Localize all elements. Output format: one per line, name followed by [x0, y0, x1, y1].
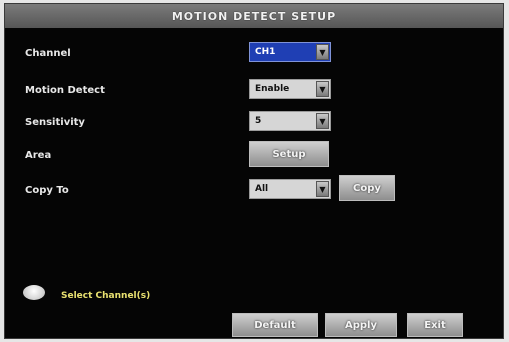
channel-label: Channel [25, 48, 71, 59]
sensitivity-select[interactable]: 5 ▼ [249, 111, 331, 131]
sensitivity-value: 5 [255, 116, 262, 126]
channel-value: CH1 [255, 47, 276, 57]
copy-to-select[interactable]: All ▼ [249, 179, 331, 199]
chevron-down-icon[interactable]: ▼ [316, 113, 329, 129]
motion-detect-value: Enable [255, 84, 290, 94]
dialog-title: MOTION DETECT SETUP [5, 4, 503, 28]
copy-to-label: Copy To [25, 185, 69, 196]
channel-select[interactable]: CH1 ▼ [249, 42, 331, 62]
copy-button[interactable]: Copy [339, 175, 395, 201]
motion-detect-label: Motion Detect [25, 85, 105, 96]
hint-text: Select Channel(s) [61, 291, 151, 301]
apply-button[interactable]: Apply [325, 313, 397, 337]
chevron-down-icon[interactable]: ▼ [316, 81, 329, 97]
default-button[interactable]: Default [232, 313, 318, 337]
sensitivity-label: Sensitivity [25, 117, 85, 128]
chevron-down-icon[interactable]: ▼ [316, 181, 329, 197]
chevron-down-icon[interactable]: ▼ [316, 44, 329, 60]
motion-detect-select[interactable]: Enable ▼ [249, 79, 331, 99]
motion-detect-dialog: MOTION DETECT SETUP Channel CH1 ▼ Motion… [4, 3, 504, 339]
area-setup-button[interactable]: Setup [249, 141, 329, 167]
exit-button[interactable]: Exit [407, 313, 463, 337]
copy-to-value: All [255, 184, 269, 194]
area-label: Area [25, 150, 52, 161]
speech-bubble-icon [23, 285, 45, 300]
